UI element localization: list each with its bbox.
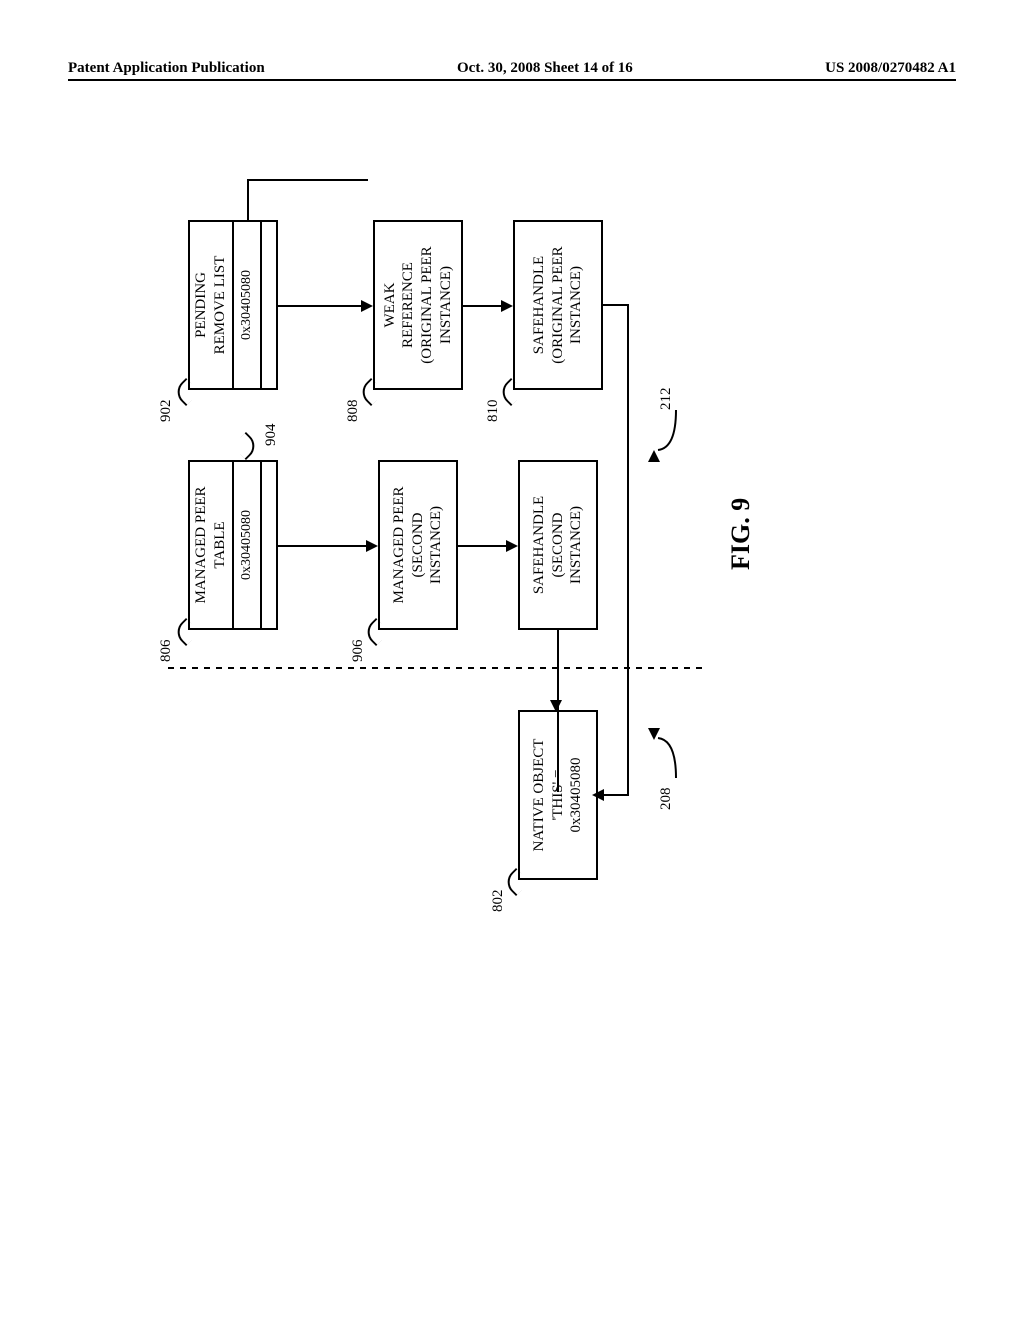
- pending-remove-list-box: PENDINGREMOVE LIST: [188, 220, 234, 390]
- arrow-prl-to-wr: [361, 300, 373, 312]
- arrow-mpt-to-mp2: [366, 540, 378, 552]
- arrow-sh2-to-native: [550, 700, 562, 712]
- ref-806: 806: [158, 640, 175, 663]
- safehandle-second-box: SAFEHANDLE(SECONDINSTANCE): [518, 460, 598, 630]
- zone-208-hook: [656, 718, 680, 778]
- figure-label: FIG. 9: [726, 498, 756, 570]
- conn-sh2-to-native: [556, 630, 560, 800]
- figure-9-diagram: MANAGED PEERTABLE 0x30405080 806 PENDING…: [68, 130, 956, 1180]
- weak-reference-box: WEAKREFERENCE(ORIGINAL PEERINSTANCE): [373, 220, 463, 390]
- callout-arc-904: [232, 432, 260, 460]
- ref-906: 906: [350, 640, 367, 663]
- pending-remove-blank: [260, 220, 278, 390]
- arrow-sho-to-native: [592, 789, 604, 801]
- zone-208-arrow: [648, 728, 660, 740]
- zone-212-arrow: [648, 450, 660, 462]
- ref-212: 212: [658, 388, 675, 411]
- managed-peer-second-box: MANAGED PEER(SECONDINSTANCE): [378, 460, 458, 630]
- ref-208: 208: [658, 788, 675, 811]
- ref-808: 808: [345, 400, 362, 423]
- ref-802: 802: [490, 890, 507, 913]
- ref-810: 810: [485, 400, 502, 423]
- managed-peer-table-box: MANAGED PEERTABLE: [188, 460, 234, 630]
- conn-prl-to-wr: [278, 304, 373, 308]
- managed-peer-table-entry: 0x30405080: [232, 460, 262, 630]
- managed-peer-table-blank: [260, 460, 278, 630]
- header-right: US 2008/0270482 A1: [825, 60, 956, 77]
- conn-sho-to-native: [598, 300, 638, 800]
- ref-902: 902: [158, 400, 175, 423]
- conn-prl-entry-right: [248, 160, 378, 220]
- diagram-rotated-canvas: MANAGED PEERTABLE 0x30405080 806 PENDING…: [188, 10, 828, 870]
- ref-904: 904: [263, 424, 280, 447]
- arrow-wr-to-sho: [501, 300, 513, 312]
- pending-remove-entry: 0x30405080: [232, 220, 262, 390]
- arrow-mp2-to-sh2: [506, 540, 518, 552]
- conn-mpt-to-mp2: [278, 544, 378, 548]
- safehandle-original-box: SAFEHANDLE(ORIGINAL PEERINSTANCE): [513, 220, 603, 390]
